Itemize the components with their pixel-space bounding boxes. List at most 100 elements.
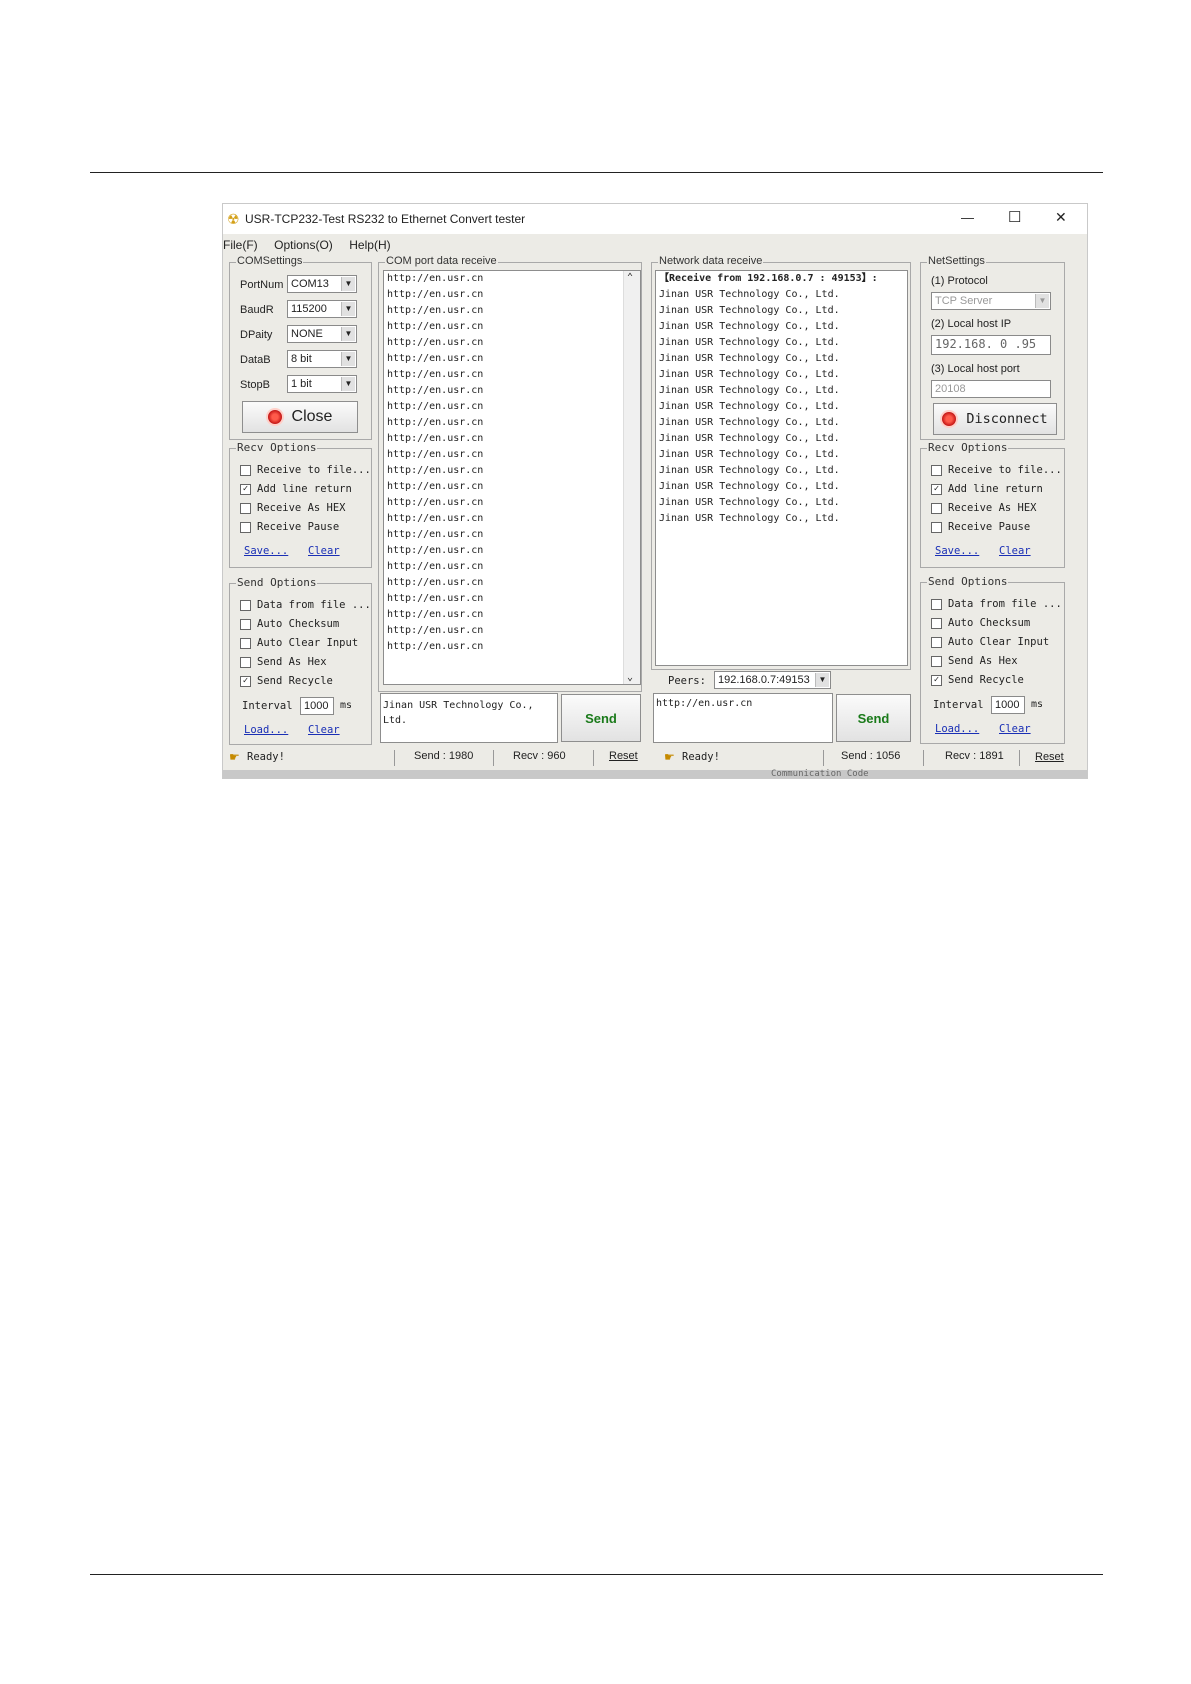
maximize-icon[interactable]: ☐	[1008, 208, 1021, 226]
right-auto-clear-input-checkbox[interactable]: Auto Clear Input	[931, 636, 1049, 648]
checkbox-box[interactable]	[931, 636, 942, 648]
close-port-button[interactable]: Close	[242, 401, 358, 433]
stopbits-select[interactable]: 1 bit ▼	[287, 375, 357, 393]
right-interval-input[interactable]: 1000	[991, 696, 1025, 714]
left-receive-pause-checkbox[interactable]: Receive Pause	[240, 521, 339, 533]
left-interval-input[interactable]: 1000	[300, 697, 334, 715]
left-add-line-return-checkbox[interactable]: ✓ Add line return	[240, 483, 352, 495]
left-recv-clear-link[interactable]: Clear	[308, 545, 340, 557]
check-icon[interactable]: ✓	[240, 483, 251, 495]
right-auto-checksum-checkbox[interactable]: Auto Checksum	[931, 617, 1030, 629]
right-data-from-file-checkbox[interactable]: Data from file ...	[931, 598, 1062, 610]
checkbox-box[interactable]	[240, 618, 251, 630]
com-send-label: Send	[585, 710, 617, 726]
left-receive-to-file-checkbox[interactable]: Receive to file...	[240, 464, 371, 476]
checkbox-box[interactable]	[931, 521, 942, 533]
status-bar: ☛ Ready! Send : 1980 Recv : 960 Reset ☛ …	[223, 747, 1087, 769]
check-icon[interactable]: ✓	[931, 483, 942, 495]
baud-select[interactable]: 115200 ▼	[287, 300, 357, 318]
chevron-down-icon[interactable]: ▼	[341, 277, 355, 291]
checkbox-label: Send As Hex	[257, 656, 327, 668]
app-icon: ☢	[227, 211, 240, 227]
checkbox-box[interactable]	[931, 617, 942, 629]
left-receive-as-hex-checkbox[interactable]: Receive As HEX	[240, 502, 346, 514]
chevron-down-icon[interactable]: ▼	[341, 302, 355, 316]
check-icon[interactable]: ✓	[931, 674, 942, 686]
close-icon[interactable]: ✕	[1055, 209, 1067, 226]
local-ip-input[interactable]: 192.168. 0 .95	[931, 335, 1051, 355]
scroll-up-icon[interactable]: ⌃	[627, 272, 633, 283]
left-save-link[interactable]: Save...	[244, 545, 288, 557]
received-line: http://en.usr.cn	[387, 369, 484, 380]
net-send-button[interactable]: Send	[836, 694, 911, 742]
net-send-input[interactable]: http://en.usr.cn	[653, 693, 833, 743]
network-receive-textarea[interactable]: 【Receive from 192.168.0.7 : 49153】: Jina…	[655, 270, 908, 666]
portnum-select[interactable]: COM13 ▼	[287, 275, 357, 293]
protocol-label: (1) Protocol	[931, 275, 988, 287]
menu-help[interactable]: Help(H)	[349, 238, 390, 252]
checkbox-box[interactable]	[240, 464, 251, 476]
com-receive-scrollbar[interactable]: ⌃ ⌄	[623, 271, 640, 684]
received-line: http://en.usr.cn	[387, 593, 484, 604]
left-ready-status: Ready!	[247, 751, 285, 763]
left-send-clear-link[interactable]: Clear	[308, 724, 340, 736]
right-add-line-return-checkbox[interactable]: ✓ Add line return	[931, 483, 1043, 495]
com-send-input[interactable]: Jinan USR Technology Co., Ltd.	[380, 693, 558, 743]
right-receive-to-file-checkbox[interactable]: Receive to file...	[931, 464, 1062, 476]
right-recv-count: Recv : 1891	[945, 750, 1004, 762]
right-recv-clear-link[interactable]: Clear	[999, 545, 1031, 557]
left-auto-checksum-checkbox[interactable]: Auto Checksum	[240, 618, 339, 630]
local-port-input[interactable]: 20108	[931, 380, 1051, 398]
left-send-recycle-checkbox[interactable]: ✓ Send Recycle	[240, 675, 333, 687]
right-receive-pause-checkbox[interactable]: Receive Pause	[931, 521, 1030, 533]
menu-options[interactable]: Options(O)	[274, 238, 333, 252]
checkbox-label: Receive As HEX	[257, 502, 346, 514]
status-light-icon	[267, 410, 282, 424]
right-ready-status: Ready!	[682, 751, 720, 763]
checkbox-box[interactable]	[931, 655, 942, 667]
right-send-recycle-checkbox[interactable]: ✓ Send Recycle	[931, 674, 1024, 686]
chevron-down-icon[interactable]: ▼	[815, 673, 829, 687]
left-reset-button[interactable]: Reset	[609, 750, 638, 762]
disconnect-button[interactable]: Disconnect	[933, 403, 1057, 435]
left-load-link[interactable]: Load...	[244, 724, 288, 736]
checkbox-box[interactable]	[931, 502, 942, 514]
chevron-down-icon[interactable]: ▼	[1035, 294, 1049, 308]
checkbox-box[interactable]	[240, 521, 251, 533]
chevron-down-icon[interactable]: ▼	[341, 377, 355, 391]
chevron-down-icon[interactable]: ▼	[341, 352, 355, 366]
menu-bar: File(F) Options(O) Help(H)	[223, 236, 403, 254]
chevron-down-icon[interactable]: ▼	[341, 327, 355, 341]
hand-icon: ☛	[664, 750, 675, 764]
right-load-link[interactable]: Load...	[935, 723, 979, 735]
received-line: http://en.usr.cn	[387, 321, 484, 332]
checkbox-box[interactable]	[240, 656, 251, 668]
right-send-clear-link[interactable]: Clear	[999, 723, 1031, 735]
com-send-button[interactable]: Send	[561, 694, 641, 742]
checkbox-box[interactable]	[931, 598, 942, 610]
peers-select[interactable]: 192.168.0.7:49153 ▼	[714, 671, 831, 689]
checkbox-label: Auto Checksum	[257, 618, 340, 630]
scroll-down-icon[interactable]: ⌄	[627, 672, 633, 683]
net-send-label: Send	[857, 710, 890, 726]
protocol-select[interactable]: TCP Server ▼	[931, 292, 1051, 310]
databits-select[interactable]: 8 bit ▼	[287, 350, 357, 368]
checkbox-box[interactable]	[240, 637, 251, 649]
menu-file[interactable]: File(F)	[223, 238, 258, 252]
check-icon[interactable]: ✓	[240, 675, 251, 687]
left-data-from-file-checkbox[interactable]: Data from file ...	[240, 599, 371, 611]
checkbox-box[interactable]	[240, 599, 251, 611]
right-reset-button[interactable]: Reset	[1035, 751, 1064, 763]
parity-select[interactable]: NONE ▼	[287, 325, 357, 343]
left-auto-clear-input-checkbox[interactable]: Auto Clear Input	[240, 637, 358, 649]
right-send-options-group: Send Options Data from file ... Auto Che…	[920, 575, 1065, 744]
checkbox-box[interactable]	[240, 502, 251, 514]
com-receive-textarea[interactable]: ⌃ ⌄ http://en.usr.cn http://en.usr.cn http…	[383, 270, 641, 685]
status-divider	[1019, 750, 1020, 766]
minimize-icon[interactable]: —	[961, 210, 974, 225]
checkbox-box[interactable]	[931, 464, 942, 476]
right-save-link[interactable]: Save...	[935, 545, 979, 557]
left-send-as-hex-checkbox[interactable]: Send As Hex	[240, 656, 327, 668]
right-receive-as-hex-checkbox[interactable]: Receive As HEX	[931, 502, 1037, 514]
right-send-as-hex-checkbox[interactable]: Send As Hex	[931, 655, 1018, 667]
